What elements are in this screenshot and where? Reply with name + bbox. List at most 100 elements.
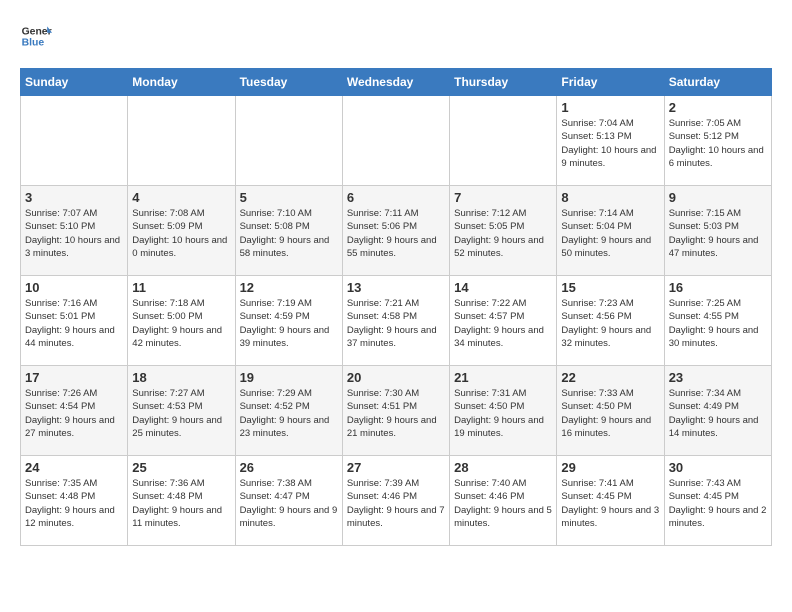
calendar-cell: 22 Sunrise: 7:33 AM Sunset: 4:50 PM Dayli… — [557, 366, 664, 456]
day-number: 16 — [669, 280, 767, 295]
day-number: 15 — [561, 280, 659, 295]
day-info: Sunrise: 7:35 AM Sunset: 4:48 PM Dayligh… — [25, 477, 123, 530]
day-info: Sunrise: 7:08 AM Sunset: 5:09 PM Dayligh… — [132, 207, 230, 260]
day-info: Sunrise: 7:31 AM Sunset: 4:50 PM Dayligh… — [454, 387, 552, 440]
calendar-cell: 16Sunrise: 7:25 AM Sunset: 4:55 PM Dayli… — [664, 276, 771, 366]
day-number: 30 — [669, 460, 767, 475]
calendar-cell: 21 Sunrise: 7:31 AM Sunset: 4:50 PM Dayli… — [450, 366, 557, 456]
calendar-week-1: 1 Sunrise: 7:04 AM Sunset: 5:13 PM Daylig… — [21, 96, 772, 186]
day-info: Sunrise: 7:36 AM Sunset: 4:48 PM Dayligh… — [132, 477, 230, 530]
calendar-cell: 14 Sunrise: 7:22 AM Sunset: 4:57 PM Dayli… — [450, 276, 557, 366]
day-number: 11 — [132, 280, 230, 295]
day-number: 18 — [132, 370, 230, 385]
day-info: Sunrise: 7:29 AM Sunset: 4:52 PM Dayligh… — [240, 387, 338, 440]
calendar-cell — [235, 96, 342, 186]
weekday-header-thursday: Thursday — [450, 69, 557, 96]
calendar-week-2: 3 Sunrise: 7:07 AM Sunset: 5:10 PM Daylig… — [21, 186, 772, 276]
logo: General Blue — [20, 20, 58, 52]
calendar-cell: 18 Sunrise: 7:27 AM Sunset: 4:53 PM Dayli… — [128, 366, 235, 456]
day-info: Sunrise: 7:22 AM Sunset: 4:57 PM Dayligh… — [454, 297, 552, 350]
day-info: Sunrise: 7:16 AM Sunset: 5:01 PM Dayligh… — [25, 297, 123, 350]
day-number: 14 — [454, 280, 552, 295]
day-number: 17 — [25, 370, 123, 385]
day-number: 26 — [240, 460, 338, 475]
weekday-header-sunday: Sunday — [21, 69, 128, 96]
day-info: Sunrise: 7:40 AM Sunset: 4:46 PM Dayligh… — [454, 477, 552, 530]
day-info: Sunrise: 7:14 AM Sunset: 5:04 PM Dayligh… — [561, 207, 659, 260]
day-info: Sunrise: 7:41 AM Sunset: 4:45 PM Dayligh… — [561, 477, 659, 530]
day-info: Sunrise: 7:12 AM Sunset: 5:05 PM Dayligh… — [454, 207, 552, 260]
calendar-cell: 9 Sunrise: 7:15 AM Sunset: 5:03 PM Daylig… — [664, 186, 771, 276]
calendar-cell: 10 Sunrise: 7:16 AM Sunset: 5:01 PM Dayli… — [21, 276, 128, 366]
day-number: 3 — [25, 190, 123, 205]
calendar-week-3: 10 Sunrise: 7:16 AM Sunset: 5:01 PM Dayli… — [21, 276, 772, 366]
weekday-header-tuesday: Tuesday — [235, 69, 342, 96]
calendar-cell — [128, 96, 235, 186]
calendar-cell: 13 Sunrise: 7:21 AM Sunset: 4:58 PM Dayli… — [342, 276, 449, 366]
day-number: 24 — [25, 460, 123, 475]
calendar-cell — [450, 96, 557, 186]
calendar-cell: 6 Sunrise: 7:11 AM Sunset: 5:06 PM Daylig… — [342, 186, 449, 276]
calendar-cell: 3 Sunrise: 7:07 AM Sunset: 5:10 PM Daylig… — [21, 186, 128, 276]
calendar-cell: 15Sunrise: 7:23 AM Sunset: 4:56 PM Dayli… — [557, 276, 664, 366]
calendar-cell — [342, 96, 449, 186]
day-info: Sunrise: 7:43 AM Sunset: 4:45 PM Dayligh… — [669, 477, 767, 530]
calendar-cell: 4 Sunrise: 7:08 AM Sunset: 5:09 PM Daylig… — [128, 186, 235, 276]
day-number: 25 — [132, 460, 230, 475]
calendar-cell: 20 Sunrise: 7:30 AM Sunset: 4:51 PM Dayli… — [342, 366, 449, 456]
calendar-cell: 27Sunrise: 7:39 AM Sunset: 4:46 PM Dayli… — [342, 456, 449, 546]
weekday-header-monday: Monday — [128, 69, 235, 96]
calendar-cell: 12 Sunrise: 7:19 AM Sunset: 4:59 PM Dayli… — [235, 276, 342, 366]
calendar-cell: 2Sunrise: 7:05 AM Sunset: 5:12 PM Daylig… — [664, 96, 771, 186]
day-number: 5 — [240, 190, 338, 205]
calendar-cell: 24 Sunrise: 7:35 AM Sunset: 4:48 PM Dayli… — [21, 456, 128, 546]
day-number: 8 — [561, 190, 659, 205]
day-info: Sunrise: 7:27 AM Sunset: 4:53 PM Dayligh… — [132, 387, 230, 440]
calendar-cell: 1 Sunrise: 7:04 AM Sunset: 5:13 PM Daylig… — [557, 96, 664, 186]
day-number: 9 — [669, 190, 767, 205]
calendar-cell: 17 Sunrise: 7:26 AM Sunset: 4:54 PM Dayli… — [21, 366, 128, 456]
day-number: 13 — [347, 280, 445, 295]
day-number: 1 — [561, 100, 659, 115]
page-header: General Blue — [20, 20, 772, 52]
day-info: Sunrise: 7:21 AM Sunset: 4:58 PM Dayligh… — [347, 297, 445, 350]
day-number: 21 — [454, 370, 552, 385]
day-number: 6 — [347, 190, 445, 205]
weekday-header-friday: Friday — [557, 69, 664, 96]
day-info: Sunrise: 7:19 AM Sunset: 4:59 PM Dayligh… — [240, 297, 338, 350]
day-number: 28 — [454, 460, 552, 475]
day-info: Sunrise: 7:33 AM Sunset: 4:50 PM Dayligh… — [561, 387, 659, 440]
day-info: Sunrise: 7:10 AM Sunset: 5:08 PM Dayligh… — [240, 207, 338, 260]
day-number: 4 — [132, 190, 230, 205]
calendar-cell: 7 Sunrise: 7:12 AM Sunset: 5:05 PM Daylig… — [450, 186, 557, 276]
calendar-cell — [21, 96, 128, 186]
day-info: Sunrise: 7:38 AM Sunset: 4:47 PM Dayligh… — [240, 477, 338, 530]
day-info: Sunrise: 7:11 AM Sunset: 5:06 PM Dayligh… — [347, 207, 445, 260]
day-info: Sunrise: 7:39 AM Sunset: 4:46 PM Dayligh… — [347, 477, 445, 530]
calendar-week-5: 24 Sunrise: 7:35 AM Sunset: 4:48 PM Dayli… — [21, 456, 772, 546]
day-number: 23 — [669, 370, 767, 385]
day-info: Sunrise: 7:15 AM Sunset: 5:03 PM Dayligh… — [669, 207, 767, 260]
day-info: Sunrise: 7:34 AM Sunset: 4:49 PM Dayligh… — [669, 387, 767, 440]
day-number: 20 — [347, 370, 445, 385]
calendar-cell: 5 Sunrise: 7:10 AM Sunset: 5:08 PM Daylig… — [235, 186, 342, 276]
svg-text:Blue: Blue — [22, 38, 45, 49]
calendar-week-4: 17 Sunrise: 7:26 AM Sunset: 4:54 PM Dayli… — [21, 366, 772, 456]
weekday-header-row: SundayMondayTuesdayWednesdayThursdayFrid… — [21, 69, 772, 96]
day-info: Sunrise: 7:26 AM Sunset: 4:54 PM Dayligh… — [25, 387, 123, 440]
calendar-cell: 30 Sunrise: 7:43 AM Sunset: 4:45 PM Dayli… — [664, 456, 771, 546]
logo-icon: General Blue — [20, 20, 52, 52]
day-info: Sunrise: 7:18 AM Sunset: 5:00 PM Dayligh… — [132, 297, 230, 350]
day-info: Sunrise: 7:30 AM Sunset: 4:51 PM Dayligh… — [347, 387, 445, 440]
day-number: 7 — [454, 190, 552, 205]
day-number: 22 — [561, 370, 659, 385]
day-number: 10 — [25, 280, 123, 295]
day-info: Sunrise: 7:04 AM Sunset: 5:13 PM Dayligh… — [561, 117, 659, 170]
weekday-header-saturday: Saturday — [664, 69, 771, 96]
day-info: Sunrise: 7:07 AM Sunset: 5:10 PM Dayligh… — [25, 207, 123, 260]
calendar-cell: 29Sunrise: 7:41 AM Sunset: 4:45 PM Dayli… — [557, 456, 664, 546]
calendar-cell: 28 Sunrise: 7:40 AM Sunset: 4:46 PM Dayli… — [450, 456, 557, 546]
day-number: 12 — [240, 280, 338, 295]
day-number: 2 — [669, 100, 767, 115]
calendar-cell: 19Sunrise: 7:29 AM Sunset: 4:52 PM Dayli… — [235, 366, 342, 456]
